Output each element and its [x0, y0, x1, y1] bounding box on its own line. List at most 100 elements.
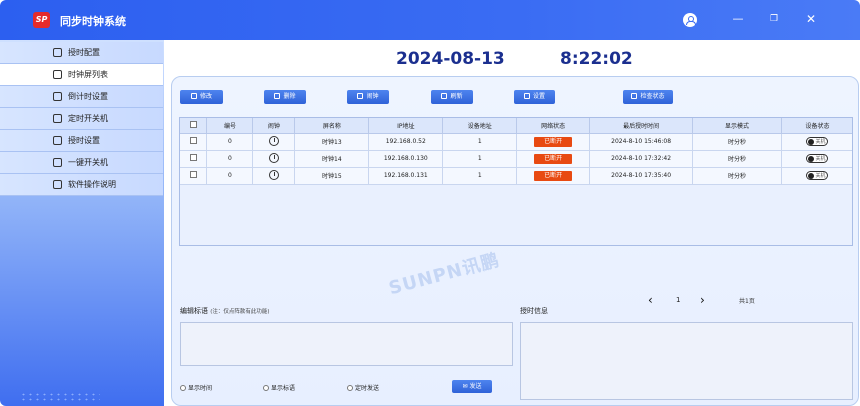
- radio-scheduled-send[interactable]: 定时发送: [347, 383, 379, 392]
- page-number: 1: [676, 296, 681, 304]
- sidebar-item-manual[interactable]: 软件操作说明: [0, 174, 163, 196]
- radio-circle[interactable]: [347, 385, 353, 391]
- select-all-header[interactable]: [180, 118, 208, 134]
- cell-address: 1: [442, 133, 518, 151]
- sync-info-area[interactable]: [520, 322, 853, 400]
- sync-info-label: 授时信息: [520, 307, 548, 315]
- clock-list-panel: 修改 删除 闹钟 刷新 设置 检查状态 编号 闹钟 屏名称 IP地址 设备地址 …: [171, 76, 859, 406]
- device-power-toggle[interactable]: 关机: [806, 154, 829, 163]
- column-header: IP地址: [368, 118, 444, 134]
- clock-settings-icon: [53, 136, 62, 145]
- clock-sync-icon: [53, 48, 62, 57]
- settings-button[interactable]: 设置: [514, 90, 555, 104]
- column-header: 设备状态: [781, 118, 852, 134]
- alarm-clock-icon[interactable]: [268, 169, 279, 180]
- list-icon: [53, 70, 62, 79]
- brand-watermark: SUNPN讯鹏: [386, 249, 503, 300]
- next-page-icon[interactable]: ›: [700, 293, 705, 307]
- cell-id: 0: [206, 133, 254, 151]
- alarm-clock-icon[interactable]: [268, 135, 279, 146]
- alarm-button[interactable]: 闹钟: [347, 90, 389, 104]
- decorative-dots: [20, 392, 100, 402]
- alarm-icon: [357, 93, 364, 99]
- table-row[interactable]: 0 时钟13 192.168.0.52 1 已断开 2024-8-10 15:4…: [180, 133, 852, 151]
- sidebar-item-countdown[interactable]: 倒计时设置: [0, 86, 163, 108]
- cell-mode: 时分秒: [692, 150, 782, 168]
- cell-ip: 192.168.0.131: [368, 167, 444, 185]
- sidebar-item-one-key-power[interactable]: 一键开关机: [0, 152, 163, 174]
- select-all-checkbox[interactable]: [189, 120, 197, 128]
- clock-table: 编号 闹钟 屏名称 IP地址 设备地址 网络状态 最后授时时间 显示模式 设备状…: [179, 117, 853, 246]
- column-header: 闹钟: [252, 118, 296, 134]
- refresh-button[interactable]: 刷新: [431, 90, 473, 104]
- manual-icon: [53, 180, 62, 189]
- table-row[interactable]: 0 时钟15 192.168.0.131 1 已断开 2024-8-10 17:…: [180, 167, 852, 185]
- network-status-badge: 已断开: [534, 136, 573, 147]
- table-header-row: 编号 闹钟 屏名称 IP地址 设备地址 网络状态 最后授时时间 显示模式 设备状…: [180, 118, 852, 134]
- title-bar: SP 同步时钟系统 — ❐ ✕: [0, 0, 860, 40]
- settings-icon: [523, 93, 530, 99]
- check-status-button[interactable]: 检查状态: [623, 90, 673, 104]
- sidebar-item-scheduled-power[interactable]: 定时开关机: [0, 108, 163, 130]
- radio-circle[interactable]: [180, 385, 186, 391]
- restore-icon[interactable]: ❐: [767, 12, 781, 26]
- cell-name: 时钟15: [294, 167, 370, 185]
- link-icon: [631, 93, 638, 99]
- current-time: 8:22:02: [560, 49, 633, 69]
- sidebar-item-label: 时钟屏列表: [68, 70, 108, 79]
- row-checkbox[interactable]: [189, 171, 197, 178]
- sidebar-item-label: 定时开关机: [68, 114, 108, 123]
- table-row[interactable]: 0 时钟14 192.168.0.130 1 已断开 2024-8-10 17:…: [180, 150, 852, 168]
- trash-icon: [274, 93, 281, 99]
- row-checkbox[interactable]: [189, 154, 197, 161]
- column-header: 屏名称: [294, 118, 370, 134]
- cell-mode: 时分秒: [692, 133, 782, 151]
- delete-button[interactable]: 删除: [264, 90, 306, 104]
- row-checkbox[interactable]: [189, 137, 197, 144]
- radio-show-slogan[interactable]: 显示标语: [263, 383, 295, 392]
- hourglass-icon: [53, 92, 62, 101]
- user-icon[interactable]: [683, 13, 697, 27]
- cell-last-sync: 2024-8-10 17:32:42: [589, 150, 694, 168]
- edit-button[interactable]: 修改: [180, 90, 223, 104]
- sidebar-item-time-settings[interactable]: 授时设置: [0, 130, 163, 152]
- power-icon: [53, 158, 62, 167]
- column-header: 网络状态: [516, 118, 591, 134]
- close-icon[interactable]: ✕: [804, 12, 818, 26]
- cell-name: 时钟13: [294, 133, 370, 151]
- app-logo: SP: [33, 12, 50, 28]
- send-button[interactable]: ✉ 发送: [452, 380, 492, 393]
- cell-last-sync: 2024-8-10 17:35:40: [589, 167, 694, 185]
- cell-ip: 192.168.0.130: [368, 150, 444, 168]
- sidebar: 授时配置 时钟屏列表 倒计时设置 定时开关机 授时设置 一键开关机 软件操作说明: [0, 40, 164, 406]
- sidebar-item-label: 软件操作说明: [68, 180, 116, 189]
- slogan-input[interactable]: [180, 322, 513, 366]
- edit-slogan-label: 编辑标语 (注：仅点阵款有此功能): [180, 307, 270, 315]
- sidebar-item-label: 一键开关机: [68, 158, 108, 167]
- current-date: 2024-08-13: [396, 49, 505, 69]
- minimize-icon[interactable]: —: [731, 12, 745, 26]
- alarm-clock-icon[interactable]: [268, 152, 279, 163]
- app-window: SP 同步时钟系统 — ❐ ✕ 授时配置 时钟屏列表 倒计时设置 定时开关机 授…: [0, 0, 860, 406]
- device-power-toggle[interactable]: 关机: [806, 137, 829, 146]
- sidebar-item-time-config[interactable]: 授时配置: [0, 42, 163, 64]
- column-header: 显示模式: [692, 118, 782, 134]
- prev-page-icon[interactable]: ‹: [648, 293, 653, 307]
- power-timer-icon: [53, 114, 62, 123]
- cell-mode: 时分秒: [692, 167, 782, 185]
- sidebar-item-label: 倒计时设置: [68, 92, 108, 101]
- page-total: 共1页: [739, 298, 755, 305]
- sidebar-item-label: 授时配置: [68, 48, 100, 57]
- cell-address: 1: [442, 167, 518, 185]
- cell-id: 0: [206, 167, 254, 185]
- sidebar-item-clock-list[interactable]: 时钟屏列表: [0, 64, 163, 86]
- app-title: 同步时钟系统: [60, 15, 126, 28]
- radio-show-time[interactable]: 显示时间: [180, 383, 212, 392]
- cell-address: 1: [442, 150, 518, 168]
- edit-icon: [190, 93, 197, 99]
- radio-circle[interactable]: [263, 385, 269, 391]
- cell-ip: 192.168.0.52: [368, 133, 444, 151]
- device-power-toggle[interactable]: 关机: [806, 171, 829, 180]
- cell-name: 时钟14: [294, 150, 370, 168]
- network-status-badge: 已断开: [534, 153, 573, 164]
